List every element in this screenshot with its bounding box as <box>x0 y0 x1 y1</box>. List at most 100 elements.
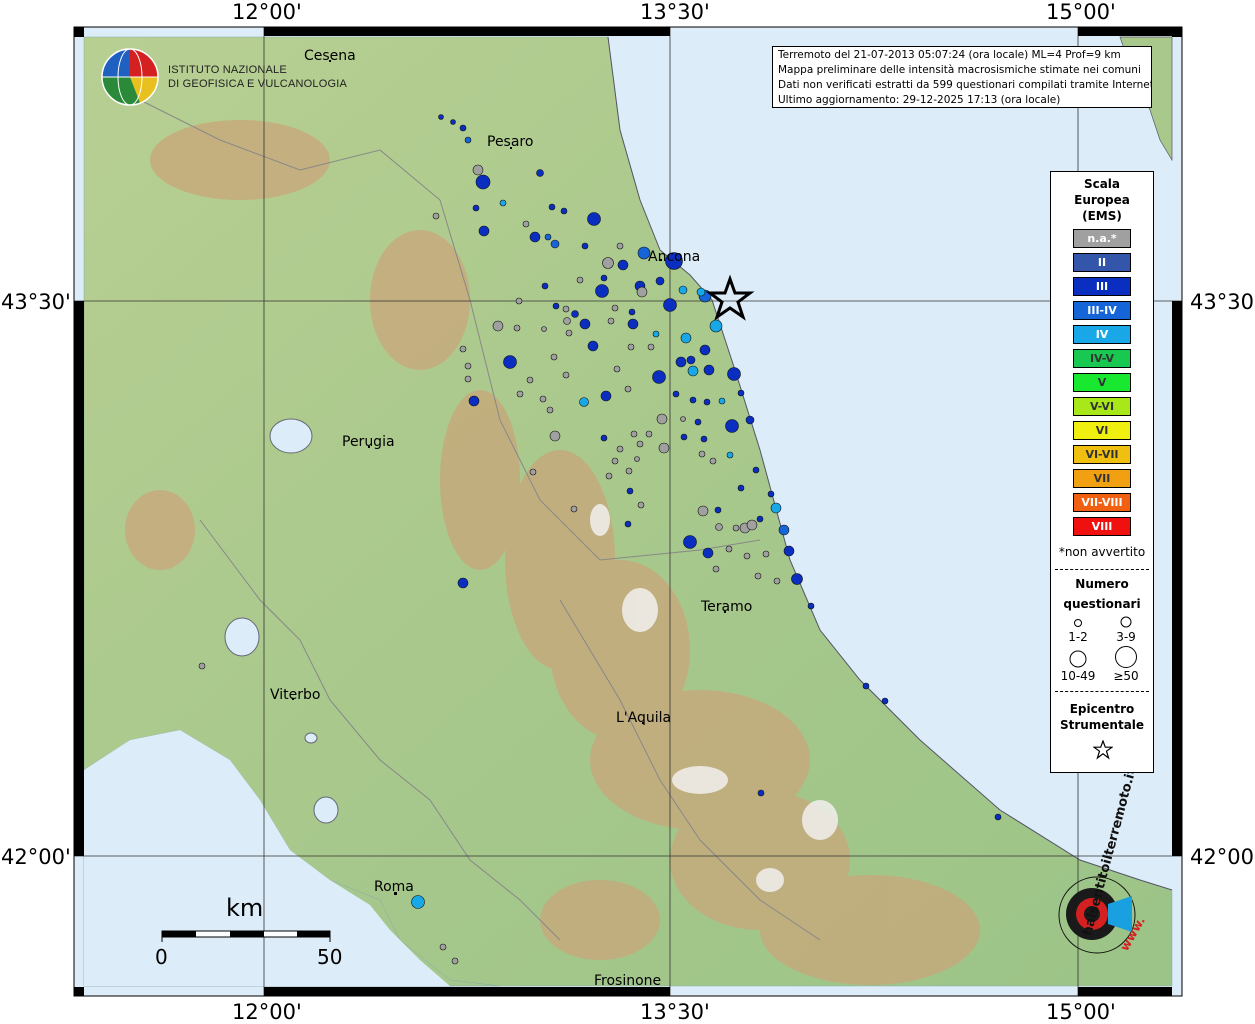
intensity-marker <box>478 225 490 237</box>
intensity-marker <box>737 484 745 492</box>
intensity-marker <box>457 577 469 589</box>
intensity-marker <box>757 789 765 797</box>
lon-label-bottom-3: 15°00' <box>1046 1000 1116 1024</box>
ingv-globe-icon <box>101 48 159 106</box>
intensity-marker <box>570 505 578 513</box>
intensity-marker <box>544 233 552 241</box>
scale-unit: km <box>226 894 263 922</box>
intensity-marker <box>686 355 696 365</box>
intensity-marker <box>529 231 541 243</box>
intensity-marker <box>745 415 755 425</box>
intensity-marker <box>746 519 758 531</box>
intensity-marker <box>613 365 621 373</box>
count-title-line-2: questionari <box>1063 597 1141 611</box>
legend-item: VIII <box>1073 517 1131 536</box>
lon-label-bottom-2: 13°30' <box>640 1000 710 1024</box>
intensity-marker <box>432 212 440 220</box>
info-line-3: Dati non verificati estratti da 599 ques… <box>778 79 1151 91</box>
intensity-marker <box>624 385 632 393</box>
scale-start: 0 <box>155 945 168 969</box>
count-title-line-1: Numero <box>1075 577 1129 591</box>
intensity-marker <box>725 419 739 433</box>
intensity-marker <box>732 524 740 532</box>
legend-title: Scala Europea (EMS) <box>1051 176 1153 224</box>
intensity-marker <box>727 367 741 381</box>
intensity-marker <box>636 440 644 448</box>
intensity-marker <box>683 535 697 549</box>
intensity-marker <box>550 239 560 249</box>
intensity-marker <box>767 490 775 498</box>
intensity-marker <box>522 220 530 228</box>
intensity-marker <box>198 662 206 670</box>
legend-item: II <box>1073 253 1131 272</box>
legend-item: III <box>1073 277 1131 296</box>
intensity-marker <box>492 320 504 332</box>
intensity-marker <box>994 813 1002 821</box>
institute-line-2: DI GEOFISICA E VULCANOLOGIA <box>168 78 347 90</box>
intensity-marker <box>726 451 734 459</box>
intensity-marker <box>515 297 523 305</box>
legend-title-line-2: Europea <box>1074 193 1130 207</box>
intensity-marker <box>571 310 579 318</box>
intensity-marker <box>526 376 534 384</box>
intensity-marker <box>698 450 706 458</box>
intensity-marker <box>718 397 726 405</box>
intensity-marker <box>652 330 660 338</box>
info-line-1: Terremoto del 21-07-2013 05:07:24 (ora l… <box>778 49 1121 61</box>
count-label-3: 10-49 <box>1060 669 1096 683</box>
scale-end: 50 <box>317 945 342 969</box>
intensity-marker <box>616 242 624 250</box>
lat-label-left-1: 43°30' <box>1 290 71 314</box>
intensity-marker <box>472 164 484 176</box>
intensity-marker <box>587 340 599 352</box>
intensity-marker <box>600 434 608 442</box>
intensity-marker <box>451 957 459 965</box>
intensity-marker <box>680 433 688 441</box>
intensity-marker <box>647 343 655 351</box>
intensity-marker <box>464 136 472 144</box>
intensity-marker <box>658 442 670 454</box>
intensity-marker <box>616 445 624 453</box>
intensity-marker <box>697 505 709 517</box>
institute-line-1: ISTITUTO NAZIONALE <box>168 64 287 76</box>
intensity-marker <box>464 362 472 370</box>
intensity-marker <box>552 302 560 310</box>
intensity-marker <box>626 487 634 495</box>
legend-separator-2 <box>1055 691 1149 692</box>
intensity-marker <box>689 396 697 404</box>
intensity-marker <box>636 286 648 298</box>
city-label-frosinone: Frosinone <box>594 973 661 989</box>
intensity-marker <box>714 506 722 514</box>
intensity-marker <box>563 317 571 325</box>
intensity-marker <box>656 413 668 425</box>
intensity-marker <box>546 406 554 414</box>
intensity-marker <box>807 602 815 610</box>
intensity-marker <box>516 390 524 398</box>
intensity-marker <box>687 365 699 377</box>
event-info-box: Terremoto del 21-07-2013 05:07:24 (ora l… <box>772 46 1152 108</box>
intensity-marker <box>627 318 639 330</box>
intensity-marker <box>576 276 584 284</box>
intensity-marker <box>725 545 733 553</box>
intensity-marker <box>754 572 762 580</box>
intensity-marker <box>579 397 589 407</box>
legend-item: III-IV <box>1073 301 1131 320</box>
count-title: Numero questionari <box>1051 574 1153 614</box>
legend-item: VI-VII <box>1073 445 1131 464</box>
intensity-marker <box>791 573 803 585</box>
lon-label-top-1: 12°00' <box>232 0 302 24</box>
city-label-pesaro: Pesaro <box>487 134 533 150</box>
count-label-4: ≥50 <box>1113 669 1139 683</box>
lat-label-right-2: 42°00' <box>1190 845 1255 869</box>
intensity-marker <box>459 124 467 132</box>
intensity-marker <box>634 456 640 462</box>
intensity-marker <box>627 343 635 351</box>
intensity-marker <box>696 287 706 297</box>
intensity-marker <box>743 552 751 560</box>
intensity-marker <box>672 390 680 398</box>
intensity-marker <box>756 515 764 523</box>
intensity-marker <box>645 430 653 438</box>
intensity-marker <box>737 389 745 397</box>
intensity-marker <box>562 305 570 313</box>
info-line-2: Mappa preliminare delle intensità macros… <box>778 64 1141 76</box>
